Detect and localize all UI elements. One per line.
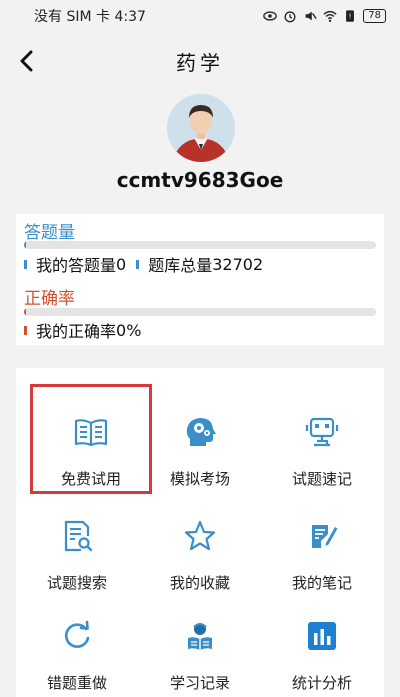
reader-icon bbox=[188, 623, 212, 650]
bullet-icon bbox=[136, 259, 140, 269]
accuracy-progress-bar bbox=[24, 308, 376, 316]
menu-item-label: 错题重做 bbox=[46, 674, 107, 692]
answered-title: 答题量 bbox=[24, 223, 75, 243]
battery-indicator: 78 bbox=[363, 9, 386, 23]
menu-item-mock-exam[interactable]: 模拟考场 bbox=[139, 384, 261, 494]
page-title: 药学 bbox=[176, 50, 224, 75]
total-label: 题库总量 bbox=[148, 256, 213, 275]
robot-icon bbox=[305, 417, 339, 447]
chevron-left-icon bbox=[20, 50, 33, 72]
svg-text:!: ! bbox=[349, 13, 352, 21]
accuracy-stats-line: 我的正确率 0% bbox=[24, 318, 141, 342]
avatar[interactable] bbox=[167, 94, 235, 162]
my-answered-value: 0 bbox=[116, 254, 127, 274]
menu-item-label: 免费试用 bbox=[60, 470, 121, 488]
my-answered-label: 我的答题量 bbox=[36, 256, 117, 275]
total-value: 32702 bbox=[212, 254, 264, 274]
menu-item-study-record[interactable]: 学习记录 bbox=[139, 588, 261, 697]
username: ccmtv9683Goe bbox=[116, 168, 284, 192]
menu-item-question-search[interactable]: 试题搜索 bbox=[16, 488, 138, 598]
menu-item-notes[interactable]: 我的笔记 bbox=[261, 488, 383, 598]
back-button[interactable] bbox=[12, 46, 42, 76]
book-icon bbox=[74, 419, 108, 447]
menu-item-statistics[interactable]: 统计分析 bbox=[261, 588, 383, 697]
accuracy-title: 正确率 bbox=[24, 289, 75, 309]
bullet-icon bbox=[24, 259, 27, 269]
status-carrier-time: 没有 SIM 卡 4:37 bbox=[34, 9, 146, 25]
answered-progress-bar bbox=[24, 241, 376, 249]
sim-icon: ! bbox=[346, 10, 355, 22]
status-icons: ! 78 bbox=[263, 9, 386, 23]
bar-chart-icon bbox=[308, 622, 336, 650]
menu-item-favorites[interactable]: 我的收藏 bbox=[139, 488, 261, 598]
menu-item-label: 试题速记 bbox=[291, 470, 352, 488]
user-avatar-icon bbox=[167, 94, 235, 162]
nav-bar: 药学 bbox=[0, 38, 400, 84]
eye-icon bbox=[263, 11, 278, 21]
profile-section: ccmtv9683Goe bbox=[0, 92, 400, 202]
menu-item-label: 统计分析 bbox=[291, 674, 352, 692]
menu-item-free-trial[interactable]: 免费试用 bbox=[30, 384, 152, 494]
menu-item-label: 学习记录 bbox=[169, 674, 230, 692]
bullet-icon bbox=[24, 325, 27, 335]
document-search-icon bbox=[64, 520, 93, 552]
menu-item-redo-wrong[interactable]: 错题重做 bbox=[16, 588, 138, 697]
my-accuracy-value: 0% bbox=[116, 320, 142, 340]
wifi-icon bbox=[323, 10, 337, 22]
alarm-icon bbox=[284, 11, 296, 23]
my-accuracy-label: 我的正确率 bbox=[36, 322, 117, 341]
star-icon bbox=[184, 520, 216, 551]
stats-card: 答题量 我的答题量 0 题库总量 32702 正确率 我的正确率 0% bbox=[16, 214, 384, 345]
note-pen-icon bbox=[312, 525, 338, 548]
function-grid: 免费试用 模拟考场 试题速记 试题搜索 我的收藏 我的笔记 错题重做 学习记录 … bbox=[16, 368, 384, 697]
head-gears-icon bbox=[186, 418, 216, 446]
menu-item-quick-memo[interactable]: 试题速记 bbox=[261, 384, 383, 494]
mute-icon bbox=[305, 11, 317, 21]
menu-item-label: 模拟考场 bbox=[169, 470, 230, 488]
status-bar: 没有 SIM 卡 4:37 ! 78 bbox=[0, 0, 400, 32]
refresh-icon bbox=[64, 620, 90, 648]
accuracy-progress-fill bbox=[24, 308, 27, 316]
answered-stats-line: 我的答题量 0 题库总量 32702 bbox=[24, 252, 263, 276]
answered-progress-fill bbox=[24, 241, 27, 249]
